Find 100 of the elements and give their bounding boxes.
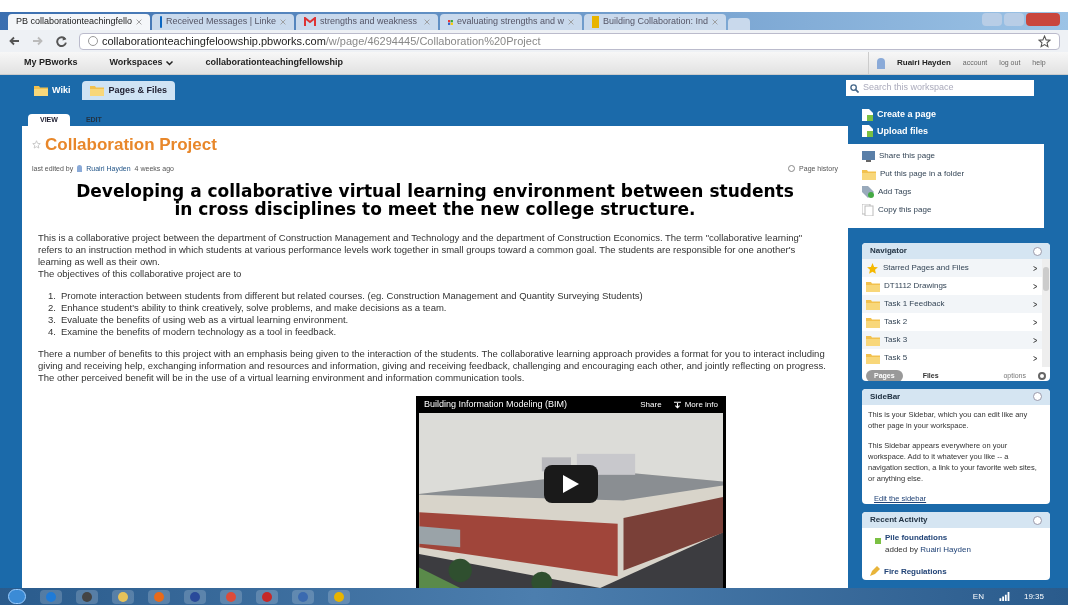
video-title: Building Information Modeling (BIM) [424,397,568,411]
close-button[interactable] [1026,13,1060,26]
collapse-button[interactable] [1033,515,1042,525]
folder-icon [866,316,880,328]
close-icon[interactable] [568,19,574,25]
navigator-item[interactable]: Task 1 Feedback [862,295,1042,314]
taskbar-app-icon[interactable] [112,589,134,604]
close-icon[interactable] [136,19,143,25]
collapse-button[interactable] [1033,392,1042,402]
bookmark-star-icon[interactable] [1038,34,1051,48]
list-number: 2. [48,302,56,314]
folder-icon [866,352,880,364]
collapse-button[interactable] [1033,246,1042,256]
activity-title[interactable]: Fire Regulations [884,566,947,579]
objective-item: Enhance student's ability to think creatively, solve problems, and make decisions as a team. [60,302,447,314]
close-icon[interactable] [280,19,286,25]
clock[interactable]: 19:35 [1023,590,1060,603]
panel-title: Navigator [870,245,907,258]
page-action-link[interactable]: Put this page in a folder [862,168,1044,180]
objective-item: Evaluate the benefits of using web as a virtual learning environment. [60,314,349,326]
workspace-link[interactable]: collaborationteachingfellowship [181,56,367,70]
taskbar-app-icon[interactable] [76,589,98,604]
pencil-icon [870,566,880,577]
chevron-icon [1033,354,1038,362]
list-number: 3. [48,314,56,326]
taskbar-app-icon[interactable] [184,589,206,604]
folder-icon [34,85,48,96]
taskbar-app-icon[interactable] [256,589,278,604]
chevron-icon [1033,264,1038,272]
panel-title: SideBar [870,390,901,403]
page-action-link[interactable]: Copy this page [862,204,1044,216]
caret-icon [166,60,174,66]
new-tab-button[interactable] [728,18,750,30]
user-link[interactable]: Ruairi Hayden [920,545,971,555]
browser-tab[interactable]: Building Collaboration: Ind [584,14,726,30]
navigator-item[interactable]: Task 3 [862,331,1042,350]
page-action-link[interactable]: Add Tags [862,186,1044,198]
user-icon [77,165,83,173]
activity-title[interactable]: Pile foundations [885,532,971,545]
taskbar-app-icon[interactable] [220,589,242,604]
objectives-intro: The objectives of this collaborative project are to [38,268,243,280]
browser-tab[interactable]: evaluating strengths and w [440,14,582,30]
start-button[interactable] [8,589,26,604]
browser-tab[interactable]: PB collaborationteachingfello [8,14,150,30]
wiki-tab[interactable]: Wiki [26,81,79,100]
sidebar-action[interactable]: Upload files [862,124,1056,138]
star-icon[interactable] [32,140,41,150]
folder-icon [866,334,880,346]
video-player[interactable]: Building Information Modeling (BIM) Share More info [416,396,726,588]
star-icon [866,261,879,275]
gear-icon[interactable] [1038,372,1046,381]
address-bar[interactable]: collaborationteachingfeloowship.pbworks.com/w/page/46294445/Collaboration%20Project [79,32,1060,50]
search-icon [850,83,859,93]
home-link[interactable]: My PBworks [0,56,102,70]
monitor-icon [862,150,875,162]
browser-tab[interactable]: Received Messages | Linke [152,14,294,30]
taskbar-app-icon[interactable] [328,589,350,604]
play-button[interactable] [544,465,598,503]
close-icon[interactable] [424,19,430,25]
wiki-tab[interactable]: Pages & Files [82,81,175,100]
benefits-paragraph: There a number of benefits to this project with an emphasis being given to the interaction of the students. The collaborative learning approach provides a format for you to interact including giving and receiving help, exchanging information and resources and information, giving and receiving feedback, challenging and encouraging each other, and jointly reflecting on progress. The other perceived benefit will be in the use of a virtual learning environment and information communication tools. [38,348,826,384]
share-link[interactable]: Share [640,398,662,411]
forward-icon[interactable] [32,36,44,46]
maximize-button[interactable] [1004,13,1024,26]
user-icon [877,57,885,69]
chevron-icon [1033,300,1038,308]
intro-paragraph: This is a collaborative project between the department of Construction Management and Technology and the department of Construction Economics. The term "collaborative learning" refers to an instruction method in which students at various performance levels work together in small groups toward a common goal. The students are responsible for one another's learning as well as their own. [38,232,804,268]
chevron-icon [1033,318,1038,326]
play-icon [563,475,579,493]
tag-icon [862,186,874,198]
taskbar-app-icon[interactable] [40,589,62,604]
taskbar-app-icon[interactable] [148,589,170,604]
objective-item: Promote interaction between students from different but related courses. (eg. Construction Management and Quantity Surveying Students) [60,290,643,302]
activity-meta: added by [885,545,918,555]
close-icon[interactable] [712,19,718,25]
signal-icon[interactable] [997,592,1010,601]
page-action-link[interactable]: Share this page [862,150,1044,162]
navigator-item[interactable]: Starred Pages and Files [862,259,1042,278]
objective-item: Examine the benefits of modern technology as a tool in feedback. [60,326,337,338]
workspaces-menu[interactable]: Workspaces [101,56,182,70]
folder-icon [866,298,880,310]
chevron-icon [1033,282,1038,290]
taskbar-app-icon[interactable] [292,589,314,604]
mail-icon [304,17,316,27]
minimize-button[interactable] [982,13,1002,26]
copy-icon [862,204,874,216]
scrollbar[interactable] [1042,259,1050,368]
site-icon [592,16,599,28]
browser-tab[interactable]: strengths and weakness [296,14,438,30]
sidebar-action[interactable]: Create a page [862,108,1056,122]
language-indicator[interactable]: EN [972,590,984,603]
list-number: 1. [48,290,56,302]
back-icon[interactable] [8,36,20,46]
page-title: Collaboration Project [45,134,217,156]
page-heading: Developing a collaborative virtual learning environment between students in cross disciplines to meet the new college structure. [75,182,795,218]
folder-icon [862,168,876,180]
panel-title: Recent Activity [870,514,928,527]
user-name[interactable]: Ruairi Hayden [897,57,951,69]
reload-icon[interactable] [56,35,67,47]
more-info-link[interactable]: More info [684,398,718,411]
